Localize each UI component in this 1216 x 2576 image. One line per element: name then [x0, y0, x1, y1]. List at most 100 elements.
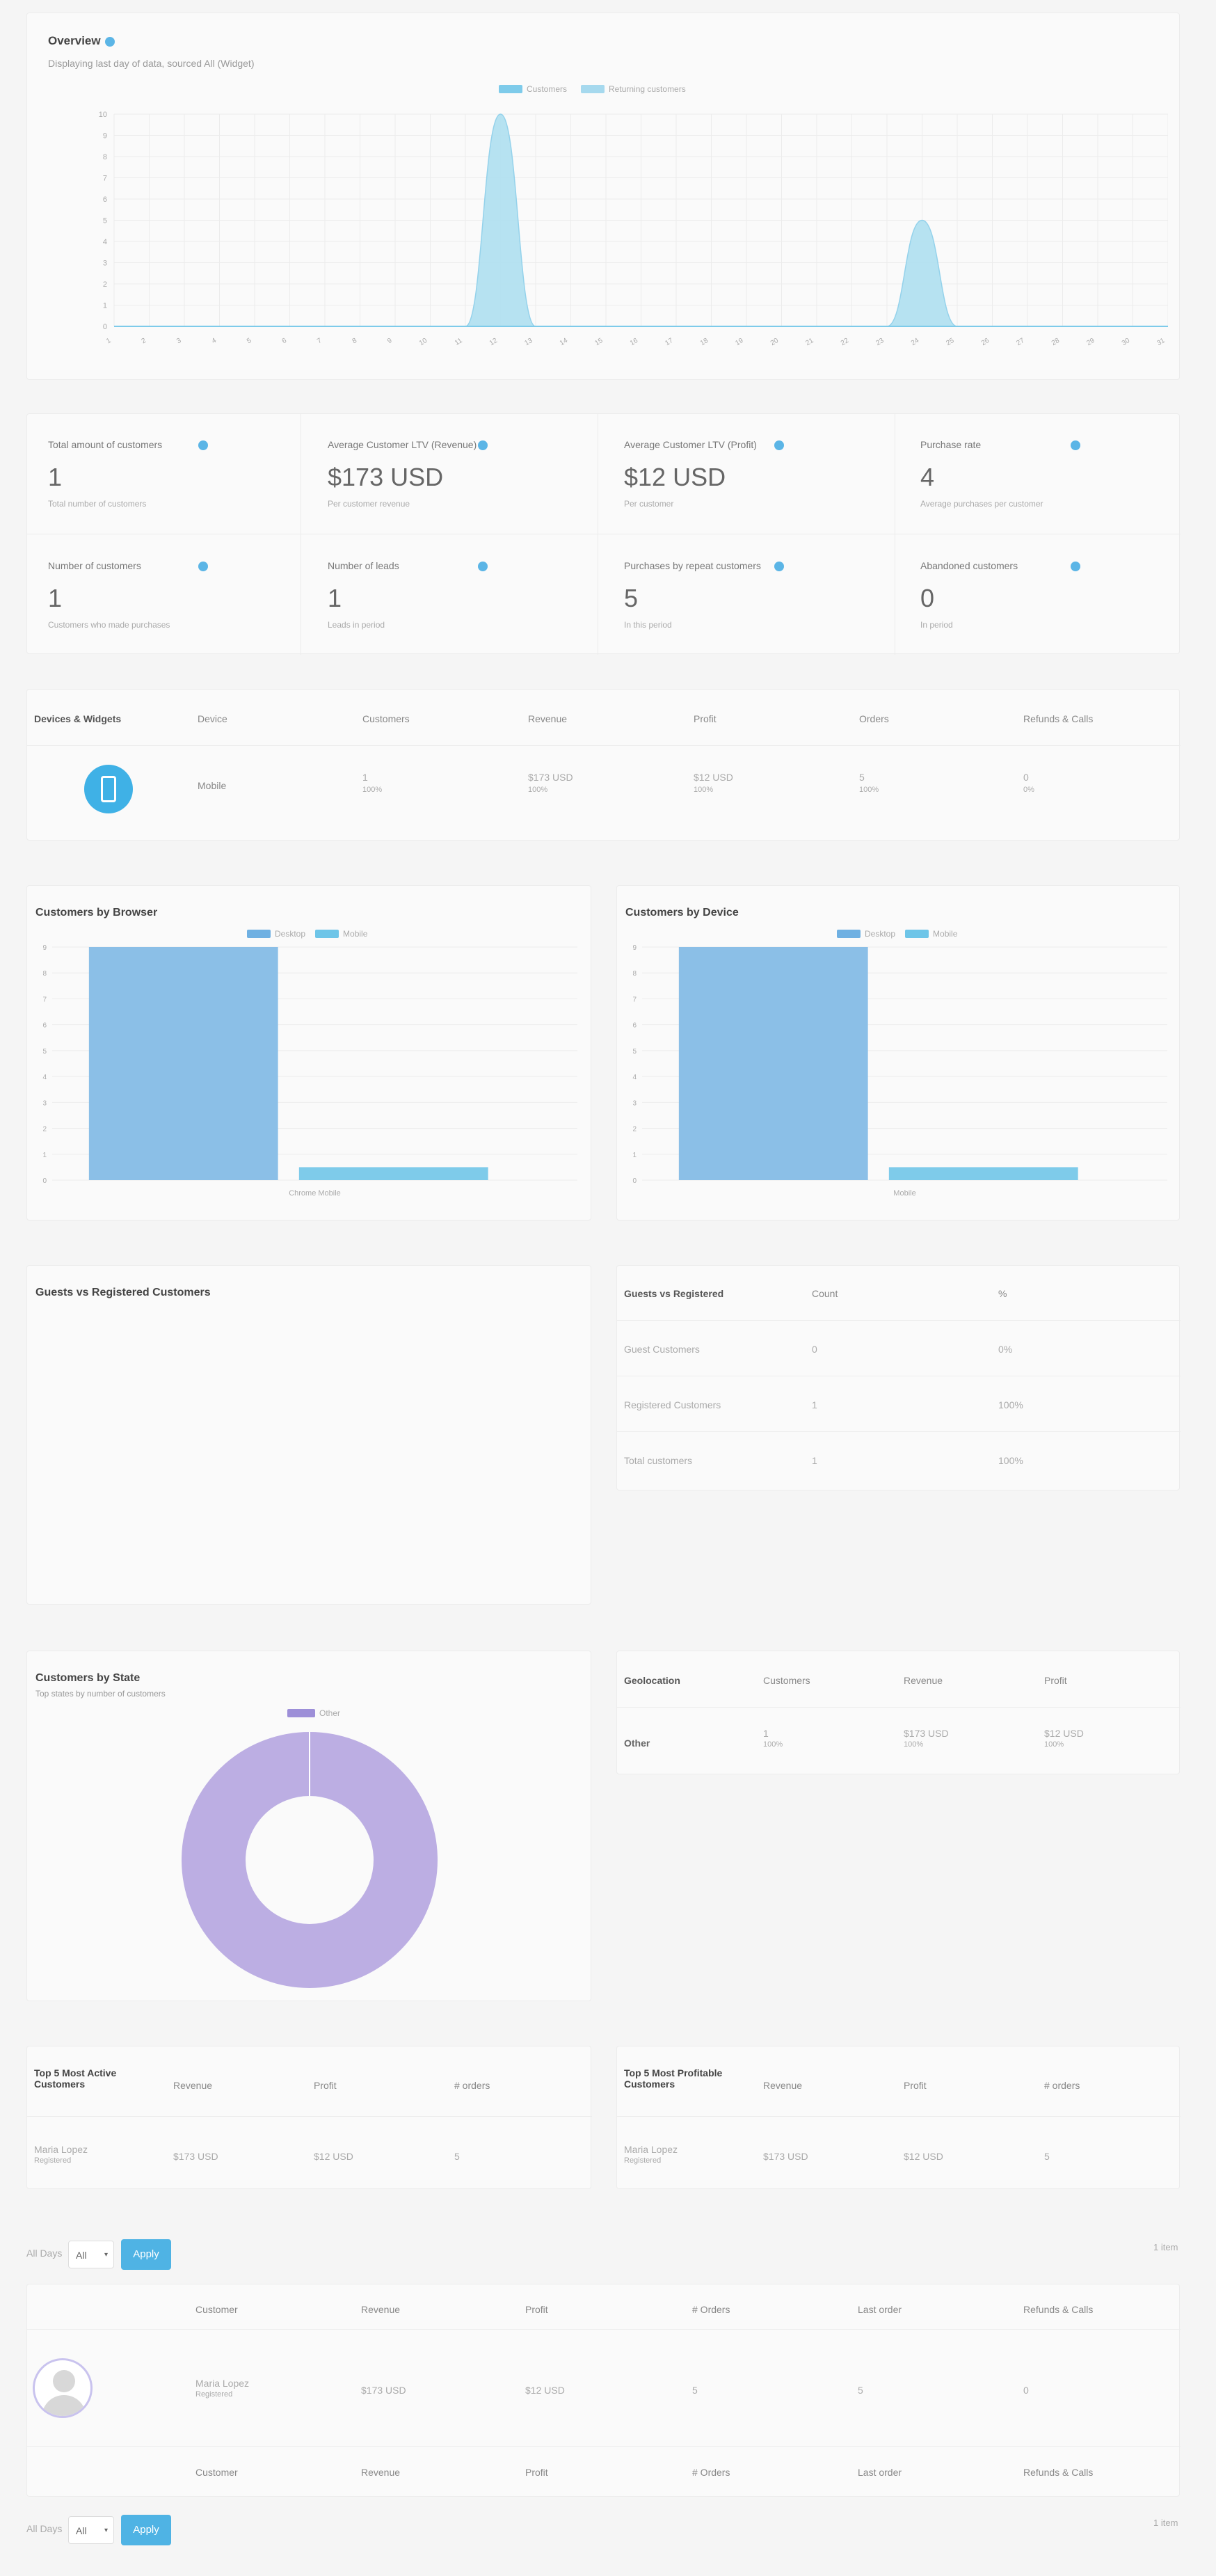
y-tick-label: 2 [632, 1126, 637, 1134]
legend-swatch-mobile [905, 930, 929, 938]
legend-label-returning[interactable]: Returning customers [609, 84, 686, 94]
top-profitable-orders: 5 [1044, 2151, 1050, 2162]
kpi-tile: Number of leads 1 Leads in period [328, 560, 578, 630]
x-tick-label: 9 [386, 337, 394, 346]
top-profitable-header-orders: # orders [1044, 2080, 1080, 2091]
kpi-label: Total amount of customers [48, 439, 163, 450]
bar-mobile[interactable] [888, 1167, 1078, 1180]
x-tick-label: Chrome Mobile [289, 1189, 341, 1198]
bar-desktop[interactable] [88, 947, 278, 1180]
y-tick-label: 3 [103, 260, 107, 268]
top-active-customer-type: Registered [34, 2156, 72, 2165]
y-tick-label: 0 [632, 1177, 637, 1185]
x-tick-label: 27 [1015, 337, 1026, 347]
x-tick-label: 11 [454, 337, 464, 347]
legend-label-customers[interactable]: Customers [527, 84, 567, 94]
x-tick-label: 14 [559, 337, 570, 347]
info-icon[interactable] [104, 36, 115, 47]
avatar[interactable] [33, 2358, 93, 2418]
overview-card: Overview Displaying last day of data, so… [26, 13, 1180, 380]
top-profitable-title: Top 5 Most Profitable Customers [624, 2067, 723, 2090]
guests-row-count: 0 [812, 1344, 817, 1355]
x-tick-label: 24 [910, 337, 921, 347]
overview-chart: 0123456789101 2 3 4 5 6 7 8 9 10 11 12 13 14 15 16 17 18 1… [99, 111, 1168, 347]
customer-last-order: 5 [858, 2385, 863, 2396]
x-tick-label: 17 [664, 337, 675, 347]
kpi-note: In this period [624, 620, 672, 630]
y-tick-label: 8 [42, 970, 47, 978]
overview-legend: Customers Returning customers [499, 84, 686, 94]
customer-name[interactable]: Maria Lopez [195, 2378, 249, 2389]
kpi-value: 1 [48, 584, 63, 612]
kpi-label: Average Customer LTV (Profit) [624, 439, 757, 450]
info-icon[interactable] [478, 440, 488, 450]
top-active-customer-name[interactable]: Maria Lopez [34, 2144, 88, 2155]
devices-header: Customers [362, 713, 410, 724]
kpi-note: Per customer [624, 499, 674, 509]
kpi-value: 4 [920, 463, 935, 491]
customers-header: Refunds & Calls [1023, 2467, 1094, 2478]
info-icon[interactable] [774, 440, 784, 450]
guests-header-label: Guests vs Registered [624, 1288, 724, 1299]
kpi-value: 5 [624, 584, 639, 612]
info-icon[interactable] [478, 562, 488, 571]
y-tick-label: 4 [632, 1074, 637, 1081]
geo-header-customers: Customers [763, 1675, 810, 1686]
x-tick-label: 20 [769, 337, 781, 347]
info-icon[interactable] [1071, 440, 1080, 450]
legend-label-mobile[interactable]: Mobile [343, 929, 367, 939]
y-tick-label: 2 [42, 1126, 47, 1134]
kpi-tile: Purchase rate 4 Average purchases per cust… [920, 439, 1171, 509]
bulk-filter-select[interactable]: All ▾ [68, 2241, 114, 2268]
top-profitable-revenue: $173 USD [763, 2151, 808, 2162]
top-profitable-customer-name[interactable]: Maria Lopez [624, 2144, 678, 2155]
registered-row-pct: 100% [998, 1399, 1023, 1410]
bar-mobile[interactable] [298, 1167, 488, 1180]
x-tick-label: 30 [1121, 337, 1132, 347]
bulk-filter-select-bottom[interactable]: All ▾ [68, 2516, 114, 2544]
x-tick-label: 26 [980, 337, 991, 347]
x-tick-label: 25 [945, 337, 956, 347]
legend-label-desktop[interactable]: Desktop [275, 929, 305, 939]
info-icon[interactable] [1071, 562, 1080, 571]
x-tick-label: 23 [874, 337, 886, 347]
y-tick-label: 3 [632, 1099, 637, 1107]
info-icon[interactable] [198, 440, 208, 450]
x-tick-label: 1 [105, 337, 113, 346]
geo-row-revenue: $173 USD [904, 1728, 949, 1739]
y-tick-label: 0 [42, 1177, 47, 1185]
bar-desktop[interactable] [678, 947, 868, 1180]
kpi-note: Leads in period [328, 620, 385, 630]
legend-label-mobile[interactable]: Mobile [933, 929, 957, 939]
apply-button-bottom[interactable]: Apply [121, 2515, 171, 2545]
guests-chart-title: Guests vs Registered Customers [35, 1287, 211, 1298]
legend-swatch-desktop [837, 930, 861, 938]
legend-label-other[interactable]: Other [319, 1708, 340, 1718]
top-active-header-orders: # orders [454, 2080, 490, 2091]
kpi-tile: Average Customer LTV (Profit) $12 USD Per … [624, 439, 874, 509]
geo-table: Geolocation Customers Revenue Profit Oth… [616, 1651, 1181, 1774]
kpi-value: 1 [328, 584, 342, 612]
geo-header-revenue: Revenue [904, 1675, 943, 1686]
kpi-label: Number of leads [328, 560, 399, 571]
devices-cell: $12 USD [694, 772, 733, 783]
devices-header: Profit [694, 713, 717, 724]
info-icon[interactable] [774, 562, 784, 571]
x-tick-label: 19 [734, 337, 745, 347]
y-tick-label: 5 [632, 1048, 637, 1056]
kpi-note: Per customer revenue [328, 499, 410, 509]
y-tick-label: 1 [103, 302, 107, 310]
legend-label-desktop[interactable]: Desktop [865, 929, 895, 939]
customers-header: Customer [195, 2467, 238, 2478]
total-row-count: 1 [812, 1455, 817, 1466]
apply-button[interactable]: Apply [121, 2239, 171, 2270]
geo-row-profit: $12 USD [1044, 1728, 1084, 1739]
x-tick-label: 2 [141, 337, 148, 346]
x-tick-label: 12 [488, 337, 499, 347]
customers-header: Profit [525, 2304, 548, 2315]
info-icon[interactable] [198, 562, 208, 571]
total-row-pct: 100% [998, 1455, 1023, 1466]
y-tick-label: 5 [42, 1048, 47, 1056]
x-tick-label: 29 [1085, 337, 1096, 347]
y-tick-label: 2 [103, 280, 107, 289]
